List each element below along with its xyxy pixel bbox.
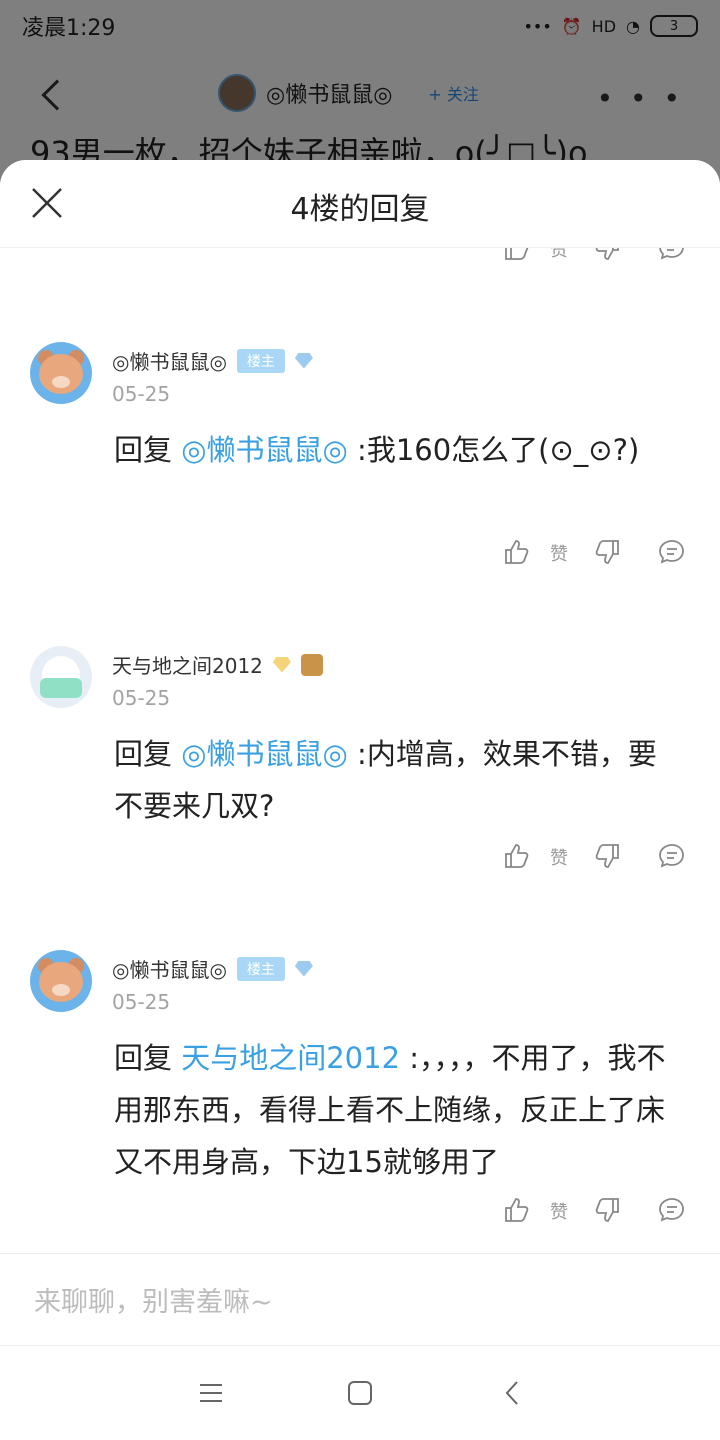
reply-actions: 赞 (502, 842, 702, 872)
reply-actions: 赞 (502, 538, 702, 568)
dislike-icon[interactable] (594, 1196, 622, 1228)
avatar-bear-face (39, 354, 83, 394)
user-avatar[interactable] (30, 646, 92, 708)
like-label[interactable]: 赞 (550, 844, 568, 870)
dislike-icon[interactable] (594, 842, 622, 874)
avatar-bear-face (39, 962, 83, 1002)
reply-author[interactable]: ◎懒书鼠鼠◎ 楼主 (112, 954, 313, 983)
reply-item[interactable]: 天与地之间2012 05-25 回复 ◎懒书鼠鼠◎ :内增高，效果不错，要不要来… (0, 646, 720, 906)
owner-badge: 楼主 (236, 956, 285, 981)
avatar-bear-snout (52, 984, 70, 996)
dislike-icon[interactable] (594, 248, 622, 266)
reply-prefix: 回复 (114, 737, 182, 771)
dislike-icon[interactable] (594, 538, 622, 570)
reply-actions: 赞 (502, 1196, 702, 1226)
like-label[interactable]: 赞 (550, 1198, 568, 1224)
mention-link[interactable]: ◎懒书鼠鼠◎ (181, 433, 348, 467)
reply-author[interactable]: ◎懒书鼠鼠◎ 楼主 (112, 346, 313, 375)
reply-date: 05-25 (112, 686, 171, 710)
author-name: 天与地之间2012 (112, 654, 263, 678)
system-nav-bar (0, 1345, 720, 1440)
like-icon[interactable] (502, 248, 530, 266)
comment-icon[interactable] (658, 1196, 686, 1228)
reply-date: 05-25 (112, 382, 171, 406)
reply-sheet: 4楼的回复 赞 ◎懒书鼠鼠◎ 楼主 05-25 回复 ◎懒书鼠鼠◎ :我160怎… (0, 160, 720, 1440)
like-label[interactable]: 赞 (550, 248, 568, 262)
avatar-mask (40, 678, 82, 698)
comment-icon[interactable] (658, 538, 686, 570)
sheet-header: 4楼的回复 (0, 160, 720, 248)
reply-prefix: 回复 (114, 433, 182, 467)
reply-text: 回复 天与地之间2012 :，，，，不用了，我不用那东西，看得上看不上随缘，反正… (114, 1032, 684, 1188)
previous-reply-actions: 赞 (502, 248, 702, 264)
reply-item[interactable]: ◎懒书鼠鼠◎ 楼主 05-25 回复 天与地之间2012 :，，，，不用了，我不… (0, 950, 720, 1250)
reply-input-area[interactable]: 来聊聊，别害羞嘛~ (0, 1253, 720, 1343)
like-icon[interactable] (502, 538, 530, 570)
reply-text: 回复 ◎懒书鼠鼠◎ :我160怎么了(⊙_⊙?) (114, 424, 684, 476)
like-label[interactable]: 赞 (550, 540, 568, 566)
level-gem-icon (294, 960, 313, 977)
level-gem-icon (272, 656, 291, 673)
mention-link[interactable]: ◎懒书鼠鼠◎ (181, 737, 348, 771)
like-icon[interactable] (502, 842, 530, 874)
sheet-title: 4楼的回复 (290, 192, 430, 227)
reply-item[interactable]: ◎懒书鼠鼠◎ 楼主 05-25 回复 ◎懒书鼠鼠◎ :我160怎么了(⊙_⊙?)… (0, 342, 720, 602)
reply-date: 05-25 (112, 990, 171, 1014)
reply-body: :我160怎么了(⊙_⊙?) (347, 433, 640, 467)
reply-input[interactable]: 来聊聊，别害羞嘛~ (34, 1280, 273, 1319)
user-avatar[interactable] (30, 950, 92, 1012)
like-icon[interactable] (502, 1196, 530, 1228)
reply-list[interactable]: 赞 ◎懒书鼠鼠◎ 楼主 05-25 回复 ◎懒书鼠鼠◎ :我160怎么了(⊙_⊙… (0, 248, 720, 1253)
member-badge-icon (300, 653, 323, 676)
comment-icon[interactable] (658, 248, 686, 266)
author-name: ◎懒书鼠鼠◎ (112, 958, 227, 982)
mention-link[interactable]: 天与地之间2012 (181, 1041, 400, 1075)
reply-author[interactable]: 天与地之间2012 (112, 650, 323, 679)
reply-prefix: 回复 (114, 1041, 182, 1075)
comment-icon[interactable] (658, 842, 686, 874)
reply-text: 回复 ◎懒书鼠鼠◎ :内增高，效果不错，要不要来几双? (114, 728, 684, 832)
owner-badge: 楼主 (236, 348, 285, 373)
home-icon[interactable] (347, 1380, 373, 1406)
author-name: ◎懒书鼠鼠◎ (112, 350, 227, 374)
level-gem-icon (294, 352, 313, 369)
back-nav-icon[interactable] (500, 1380, 526, 1406)
user-avatar[interactable] (30, 342, 92, 404)
avatar-bear-snout (52, 376, 70, 388)
menu-icon[interactable] (198, 1380, 224, 1406)
